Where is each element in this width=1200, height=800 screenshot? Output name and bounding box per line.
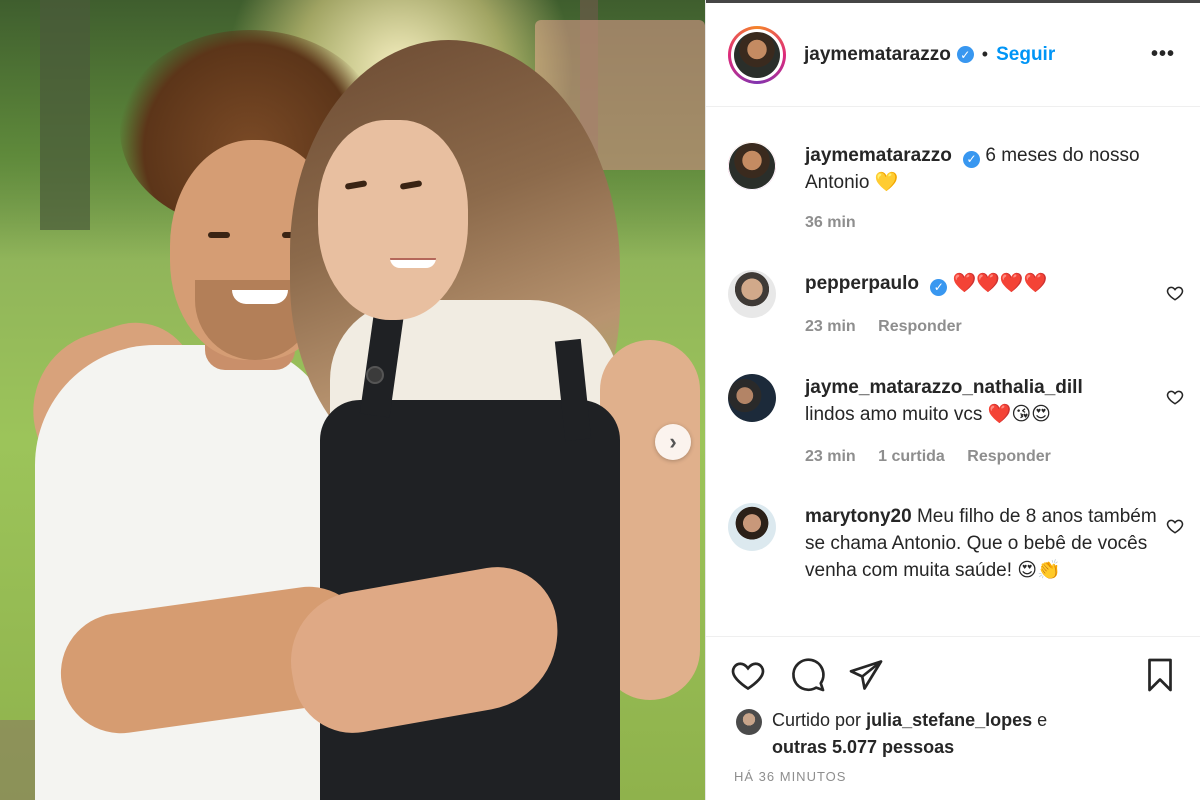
commenter-avatar[interactable] xyxy=(728,374,776,422)
chevron-right-icon[interactable]: › xyxy=(655,424,691,460)
comment-body: ❤️❤️❤️❤️ xyxy=(952,273,1048,294)
comment-likes[interactable]: 1 curtida xyxy=(878,448,945,465)
likes-conjunction: e xyxy=(1037,710,1048,730)
comment-time: 23 min xyxy=(805,448,856,465)
share-icon[interactable] xyxy=(848,657,884,693)
liker-avatar[interactable] xyxy=(736,709,762,735)
likes-prefix: Curtido por xyxy=(772,710,862,730)
bookmark-icon[interactable] xyxy=(1142,657,1178,693)
heart-icon[interactable] xyxy=(1166,284,1184,302)
post-timestamp[interactable]: HÁ 36 MINUTOS xyxy=(734,769,846,784)
post-header: jaymematarazzo ✓ • Seguir ••• xyxy=(706,3,1200,107)
liker-username[interactable]: julia_stefane_lopes xyxy=(866,710,1032,730)
woman-face xyxy=(318,120,468,320)
comment-username[interactable]: jayme_matarazzo_nathalia_dill xyxy=(805,377,1083,398)
heart-icon[interactable] xyxy=(1166,388,1184,406)
author-username[interactable]: jaymematarazzo xyxy=(804,44,951,66)
overall-button xyxy=(366,366,384,384)
man-eye xyxy=(208,232,230,238)
avatar-image xyxy=(734,31,780,78)
comment-text: pepperpaulo ✓ ❤️❤️❤️❤️ xyxy=(805,270,1165,297)
comments-list[interactable]: jaymematarazzo ✓ 6 meses do nosso Antoni… xyxy=(706,108,1200,636)
reply-button[interactable]: Responder xyxy=(967,448,1051,465)
post-actions: Curtido por julia_stefane_lopes e outras… xyxy=(706,636,1200,800)
verified-icon: ✓ xyxy=(963,151,981,168)
man-smile xyxy=(232,290,288,304)
comment-body: lindos amo muito vcs ❤️😘😍 xyxy=(805,404,1051,425)
reply-button[interactable]: Responder xyxy=(878,318,962,335)
comment-meta: 23 min 1 curtida Responder xyxy=(805,448,1069,466)
heart-icon[interactable] xyxy=(1166,517,1184,535)
caption-username[interactable]: jaymematarazzo xyxy=(805,145,952,166)
tree-trunk xyxy=(40,0,90,230)
comment-username[interactable]: marytony20 xyxy=(805,506,912,527)
avatar-image xyxy=(729,143,775,189)
separator-dot: • xyxy=(981,44,989,64)
comment-meta: 23 min Responder xyxy=(805,318,980,336)
man-shirt xyxy=(35,345,335,800)
caption-text: jaymematarazzo ✓ 6 meses do nosso Antoni… xyxy=(805,142,1165,196)
commenter-avatar[interactable] xyxy=(728,270,776,318)
caption-time: 36 min xyxy=(805,214,856,231)
comment-text: jayme_matarazzo_nathalia_dill lindos amo… xyxy=(805,374,1165,428)
verified-icon: ✓ xyxy=(930,279,948,296)
likes-others[interactable]: outras 5.077 pessoas xyxy=(772,737,954,757)
post-photo[interactable]: › xyxy=(0,0,705,800)
author-avatar[interactable] xyxy=(728,25,786,84)
verified-icon: ✓ xyxy=(956,46,974,63)
woman-smile xyxy=(390,258,436,268)
author-avatar[interactable] xyxy=(728,142,776,190)
caption-meta: 36 min xyxy=(805,214,874,232)
follow-button[interactable]: Seguir xyxy=(996,44,1055,66)
comment-text: marytony20 Meu filho de 8 anos também se… xyxy=(805,503,1165,584)
commenter-avatar[interactable] xyxy=(728,503,776,551)
comment-time: 23 min xyxy=(805,318,856,335)
more-icon[interactable]: ••• xyxy=(1151,43,1175,66)
post-panel: jaymematarazzo ✓ • Seguir ••• jaymematar… xyxy=(705,0,1200,800)
likes-text: Curtido por julia_stefane_lopes e outras… xyxy=(772,707,1172,761)
comment-username[interactable]: pepperpaulo xyxy=(805,273,919,294)
comment-icon[interactable] xyxy=(790,657,826,693)
heart-icon[interactable] xyxy=(730,657,766,693)
